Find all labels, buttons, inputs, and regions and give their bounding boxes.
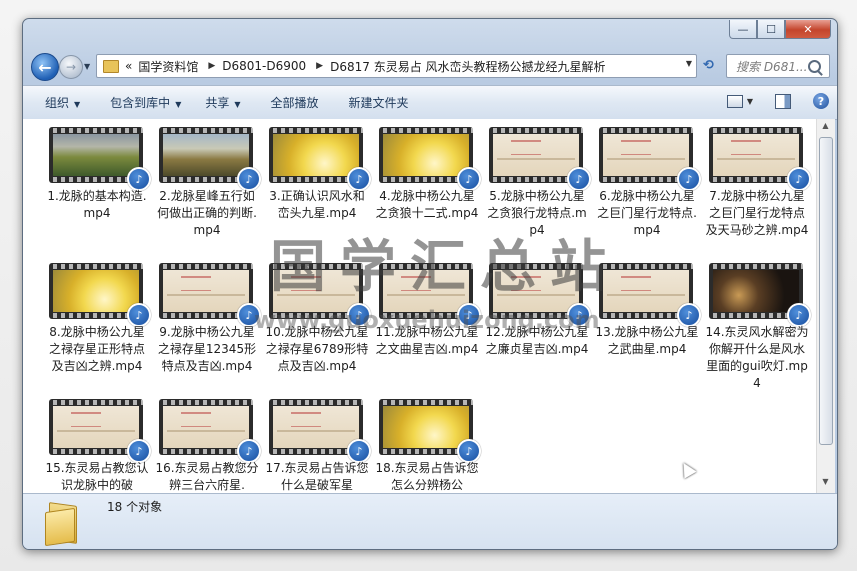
file-name: 16.东灵易占教您分辨三台六府星. <box>155 461 259 492</box>
chevron-down-icon: ▼ <box>234 100 241 109</box>
file-name: 13.龙脉中杨公九星之武曲星.mp4 <box>595 325 699 356</box>
file-name: 4.龙脉中杨公九星之贪狼十二式.mp4 <box>375 189 479 220</box>
file-name: 8.龙脉中杨公九星之禄存星正形特点及吉凶之辨.mp4 <box>48 325 145 373</box>
search-box[interactable]: 搜索 D681... <box>726 54 830 78</box>
refresh-icon: ⟲ <box>703 58 714 73</box>
file-name: 15.东灵易占教您认识龙脉中的破 <box>45 461 149 492</box>
file-name: 1.龙脉的基本构造.mp4 <box>47 189 147 220</box>
arrow-right-icon: → <box>65 60 77 74</box>
file-name: 18.东灵易占告诉您怎么分辨杨公 <box>375 461 479 492</box>
organize-button[interactable]: 组织 ▼ <box>45 94 80 111</box>
command-bar: 组织 ▼ 包含到库中 ▼ 共享 ▼ 全部播放 新建文件夹 ▼ ? <box>23 85 837 120</box>
title-bar: — ☐ ✕ <box>23 19 837 47</box>
chevron-down-icon: ▼ <box>74 100 81 109</box>
organize-label: 组织 <box>45 96 70 110</box>
breadcrumb-item[interactable]: D6801-D6900 <box>222 59 306 73</box>
maximize-icon: ☐ <box>766 22 776 36</box>
forward-button[interactable]: → <box>59 55 83 79</box>
item-count: 18 个对象 <box>107 500 163 514</box>
search-input[interactable]: 搜索 D681... <box>736 58 808 75</box>
breadcrumb-item[interactable]: D6817 东灵易占 风水峦头教程杨公撼龙经九星解析 <box>330 58 605 75</box>
folder-icon <box>45 502 79 547</box>
watermark-text: 国学汇总站 <box>270 235 620 300</box>
minimize-button[interactable]: — <box>729 20 757 39</box>
scrollbar-thumb[interactable] <box>819 137 833 445</box>
minimize-icon: — <box>737 22 749 36</box>
file-name: 9.龙脉中杨公九星之禄存星12345形特点及吉凶.mp4 <box>157 325 257 373</box>
new-folder-button[interactable]: 新建文件夹 <box>349 94 409 111</box>
view-dropdown-icon[interactable]: ▼ <box>747 97 753 106</box>
close-icon: ✕ <box>803 22 813 36</box>
navigation-row: ← → ▼ « 国学资料馆 ▶ D6801-D6900 ▶ D6817 东灵易占… <box>23 49 837 83</box>
help-icon[interactable]: ? <box>813 93 829 109</box>
include-library-label: 包含到库中 <box>110 96 171 110</box>
details-pane: 18 个对象 <box>23 493 837 549</box>
breadcrumb-separator-icon[interactable]: ▶ <box>208 61 215 71</box>
share-label: 共享 <box>205 96 230 110</box>
file-name: 14.东灵风水解密为你解开什么是风水里面的gui吹灯.mp4 <box>705 325 809 390</box>
view-icon[interactable] <box>726 94 743 108</box>
share-button[interactable]: 共享 ▼ <box>205 94 240 111</box>
recent-pages-dropdown[interactable]: ▼ <box>84 62 90 71</box>
play-all-button[interactable]: 全部播放 <box>271 94 319 111</box>
breadcrumb-separator-icon[interactable]: ▶ <box>316 61 323 71</box>
scroll-up-icon[interactable]: ▲ <box>819 121 832 135</box>
address-dropdown-icon[interactable]: ▼ <box>686 59 692 68</box>
window-controls: — ☐ ✕ <box>729 20 831 39</box>
vertical-scrollbar[interactable]: ▲ ▼ <box>816 119 835 493</box>
watermark-url: www.guoxuehuizong.com <box>254 306 600 334</box>
scroll-down-icon[interactable]: ▼ <box>819 477 832 491</box>
file-name: 3.正确认识风水和峦头九星.mp4 <box>269 189 365 220</box>
breadcrumb-item[interactable]: 国学资料馆 <box>138 58 198 75</box>
file-name: 7.龙脉中杨公九星之巨门星行龙特点及天马砂之辨.mp4 <box>705 189 809 237</box>
close-button[interactable]: ✕ <box>785 20 831 39</box>
maximize-button[interactable]: ☐ <box>757 20 785 39</box>
arrow-left-icon: ← <box>38 57 52 77</box>
address-bar[interactable]: « 国学资料馆 ▶ D6801-D6900 ▶ D6817 东灵易占 风水峦头教… <box>96 54 697 78</box>
folder-icon <box>103 59 119 73</box>
file-name: 17.东灵易占告诉您什么是破军星 <box>265 461 369 492</box>
view-controls: ▼ ? <box>726 93 829 109</box>
chevron-down-icon: ▼ <box>175 100 182 109</box>
back-button[interactable]: ← <box>31 53 59 81</box>
file-name: 2.龙脉星峰五行如何做出正确的判断.mp4 <box>157 189 257 237</box>
breadcrumb-overflow[interactable]: « <box>125 59 132 73</box>
preview-pane-icon[interactable] <box>775 93 791 109</box>
search-icon[interactable] <box>808 59 821 73</box>
include-library-button[interactable]: 包含到库中 ▼ <box>110 94 181 111</box>
refresh-button[interactable]: ⟲ <box>703 58 714 73</box>
